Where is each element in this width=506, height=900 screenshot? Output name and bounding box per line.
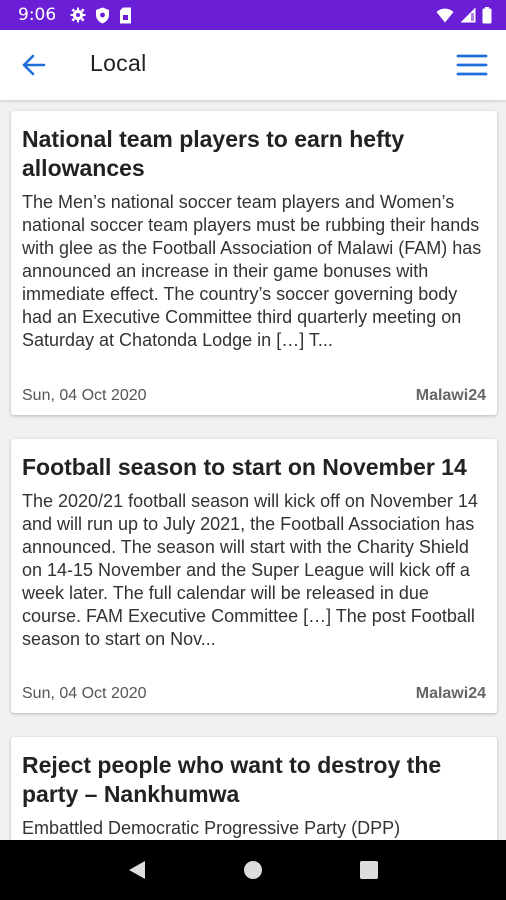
status-time: 9:06 [18,5,57,25]
signal-icon [460,7,476,23]
article-footer: Sun, 04 Oct 2020 Malawi24 [22,685,486,703]
article-title: National team players to earn hefty allo… [22,126,405,181]
status-bar: 9:06 [0,0,506,30]
page-title: Local [90,50,147,76]
article-card[interactable]: Reject people who want to destroy the pa… [11,737,497,840]
article-date: Sun, 04 Oct 2020 [22,387,147,404]
article-date: Sun, 04 Oct 2020 [22,685,147,702]
article-excerpt: Embattled Democratic Progressive Party (… [22,818,401,838]
home-circle-icon[interactable] [242,859,264,881]
article-footer: Sun, 04 Oct 2020 Malawi24 [22,387,486,405]
article-excerpt: The 2020/21 football season will kick of… [22,491,478,649]
article-title: Reject people who want to destroy the pa… [22,752,442,807]
app-bar: Local [0,30,506,100]
arrow-back-icon[interactable] [20,52,50,78]
article-feed[interactable]: National team players to earn hefty allo… [0,100,506,840]
wifi-icon [436,8,454,23]
article-title: Football season to start on November 14 [22,454,467,480]
status-system-icons [436,6,492,24]
sim-card-icon [119,7,132,24]
article-excerpt: The Men’s national soccer team players a… [22,192,482,350]
article-card[interactable]: Football season to start on November 14 … [11,439,497,713]
article-source: Malawi24 [415,685,486,702]
recents-square-icon[interactable] [359,860,379,880]
system-nav-bar [0,840,506,900]
back-triangle-icon[interactable] [127,859,147,881]
article-card[interactable]: National team players to earn hefty allo… [11,111,497,415]
gear-icon [70,7,86,23]
status-notification-icons [70,7,132,24]
shield-icon [95,7,110,24]
battery-icon [482,6,492,24]
article-source: Malawi24 [415,387,486,404]
hamburger-menu-icon[interactable] [455,52,489,78]
